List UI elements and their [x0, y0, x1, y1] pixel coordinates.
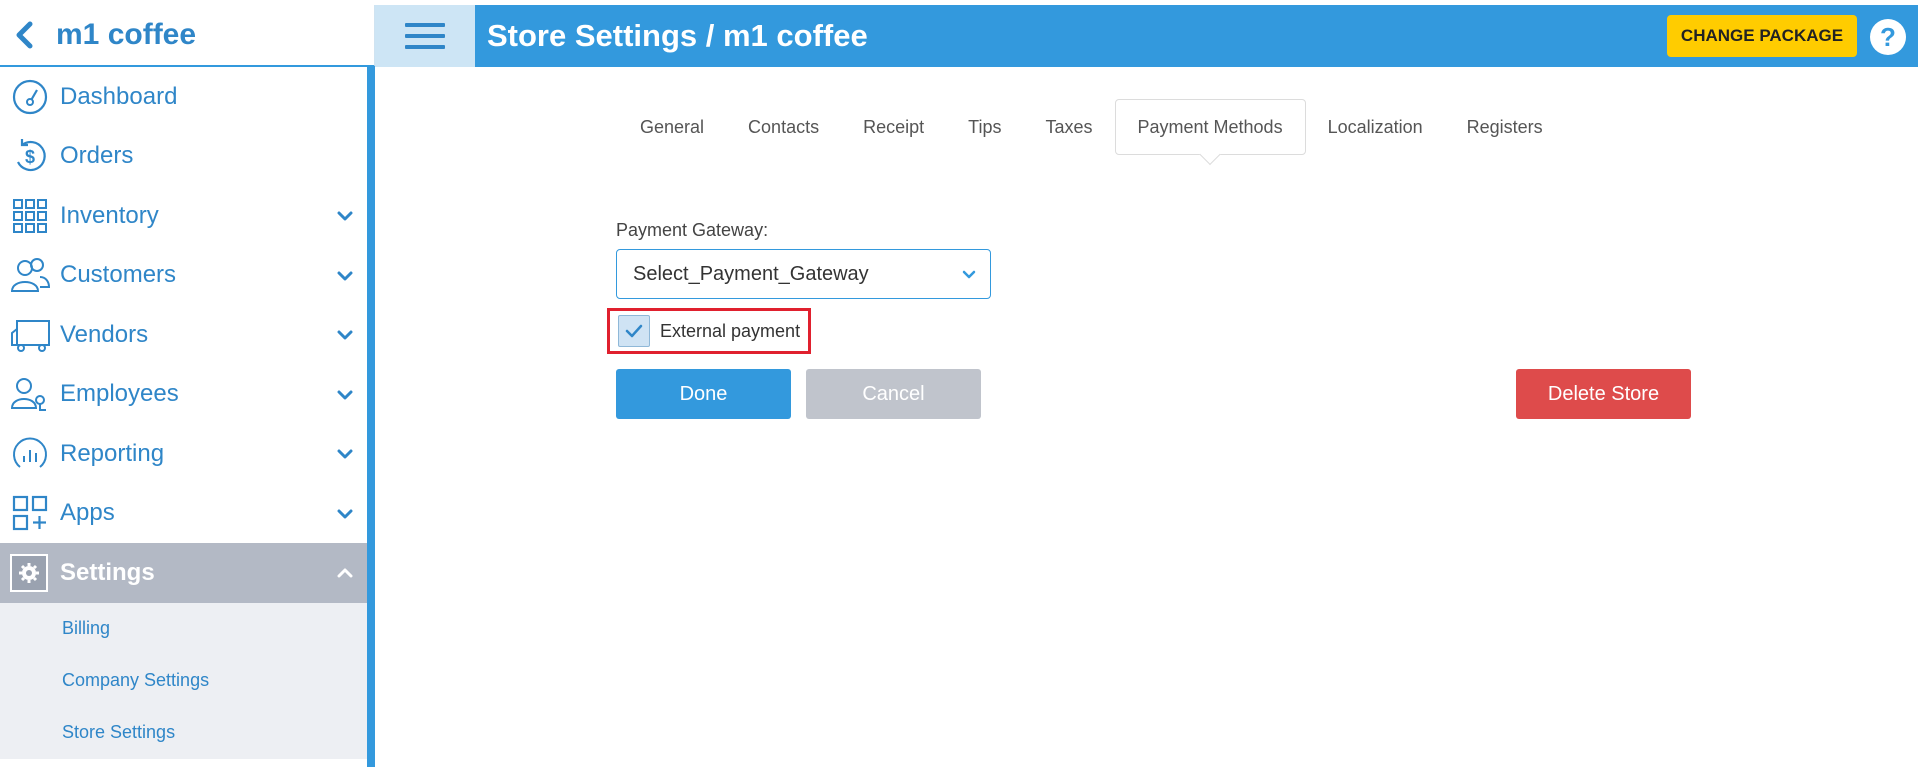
sidebar-rail [367, 66, 375, 767]
sidebar-item-label: Reporting [60, 439, 165, 467]
apps-icon [0, 484, 60, 543]
payment-gateway-label: Payment Gateway: [616, 220, 769, 240]
tab-registers[interactable]: Registers [1445, 99, 1565, 155]
tab-receipt[interactable]: Receipt [841, 99, 946, 155]
tab-payment-methods[interactable]: Payment Methods [1114, 99, 1306, 155]
chevron-down-icon [960, 265, 978, 283]
checkmark-icon [625, 324, 643, 338]
svg-text:$: $ [25, 147, 35, 167]
tab-tips[interactable]: Tips [946, 99, 1023, 155]
payment-gateway-value: Select_Payment_Gateway [633, 262, 869, 285]
users-icon [0, 246, 60, 305]
sidebar-item-label: Customers [60, 261, 177, 289]
dashboard-gauge-icon [0, 67, 60, 126]
chevron-up-icon[interactable] [335, 563, 355, 583]
truck-icon [0, 305, 60, 364]
store-header: m1 coffee [0, 5, 375, 67]
sidebar-item-orders[interactable]: $ Orders [0, 127, 367, 187]
gear-icon [10, 553, 48, 592]
dollar-refresh-icon: $ [0, 127, 60, 186]
sidebar-item-employees[interactable]: Employees [0, 365, 367, 425]
top-header: Store Settings / m1 coffee CHANGE PACKAG… [375, 5, 1918, 67]
grid-icon [0, 186, 60, 245]
chevron-down-icon[interactable] [335, 385, 355, 405]
tab-taxes[interactable]: Taxes [1023, 99, 1114, 155]
tab-localization[interactable]: Localization [1306, 99, 1445, 155]
chevron-down-icon[interactable] [335, 504, 355, 524]
sidebar-item-label: Employees [60, 380, 179, 408]
delete-store-button[interactable]: Delete Store [1516, 369, 1691, 419]
chevron-down-icon[interactable] [335, 444, 355, 464]
help-icon[interactable]: ? [1870, 19, 1906, 55]
tab-general[interactable]: General [618, 99, 726, 155]
external-payment-checkbox-row[interactable]: External payment [607, 308, 811, 354]
sidebar-item-apps[interactable]: Apps [0, 484, 367, 544]
chevron-left-icon [16, 21, 33, 49]
sidebar-item-label: Orders [60, 142, 134, 170]
sidebar: m1 coffee Dashboard $ Orders Inventory C… [0, 0, 375, 767]
sidebar-subitem-store-settings[interactable]: Store Settings [0, 707, 367, 759]
sidebar-item-label: Dashboard [60, 82, 178, 110]
sidebar-item-inventory[interactable]: Inventory [0, 186, 367, 246]
chevron-down-icon[interactable] [335, 325, 355, 345]
chevron-down-icon[interactable] [335, 206, 355, 226]
chart-icon [0, 424, 60, 483]
sidebar-item-label: Settings [60, 558, 155, 586]
page-title: Store Settings / m1 coffee [487, 18, 868, 53]
sidebar-item-customers[interactable]: Customers [0, 246, 367, 306]
payment-gateway-select[interactable]: Select_Payment_Gateway [616, 249, 991, 299]
sidebar-subitem-billing[interactable]: Billing [0, 603, 367, 655]
menu-icon[interactable] [375, 5, 475, 67]
sidebar-item-settings[interactable]: Settings [0, 543, 367, 603]
sidebar-subitem-company-settings[interactable]: Company Settings [0, 655, 367, 707]
external-payment-checkbox[interactable] [618, 315, 650, 347]
settings-submenu: Billing Company Settings Store Settings [0, 602, 367, 759]
sidebar-item-reporting[interactable]: Reporting [0, 424, 367, 484]
sidebar-item-label: Vendors [60, 320, 149, 348]
cancel-button[interactable]: Cancel [806, 369, 981, 419]
chevron-down-icon[interactable] [335, 266, 355, 286]
sidebar-item-vendors[interactable]: Vendors [0, 305, 367, 365]
sidebar-item-dashboard[interactable]: Dashboard [0, 67, 367, 127]
sidebar-nav: Dashboard $ Orders Inventory Customers V… [0, 67, 367, 759]
sidebar-item-label: Apps [60, 499, 115, 527]
employee-icon [0, 365, 60, 424]
back-button[interactable] [0, 4, 48, 66]
change-package-button[interactable]: CHANGE PACKAGE [1667, 15, 1857, 57]
store-name: m1 coffee [56, 18, 197, 51]
external-payment-label: External payment [660, 320, 801, 341]
tab-contacts[interactable]: Contacts [726, 99, 841, 155]
sidebar-item-label: Inventory [60, 201, 159, 229]
done-button[interactable]: Done [616, 369, 791, 419]
settings-tabs: General Contacts Receipt Tips Taxes Paym… [618, 99, 1565, 155]
